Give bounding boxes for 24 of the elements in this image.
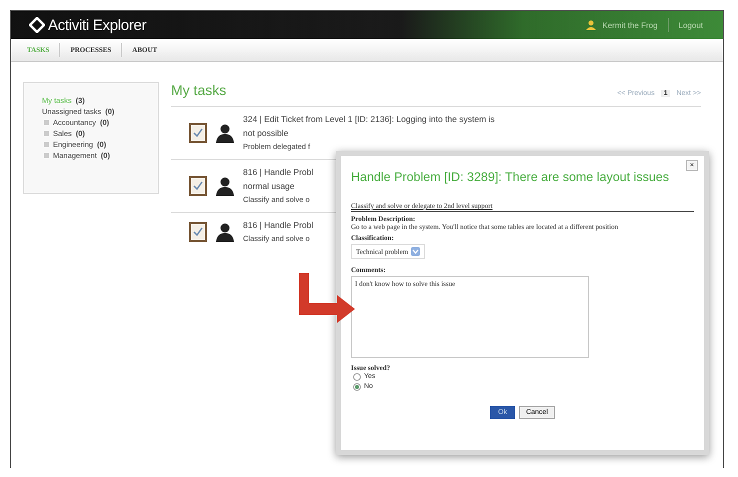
person-icon bbox=[215, 176, 235, 196]
dropdown-icon bbox=[411, 247, 420, 256]
person-icon bbox=[215, 123, 235, 143]
task-text: 324 | Edit Ticket from Level 1 [ID: 2136]: Logging into the system is bbox=[243, 113, 495, 126]
radio-button[interactable] bbox=[353, 383, 361, 391]
checklist-icon bbox=[189, 176, 207, 196]
person-icon bbox=[215, 222, 235, 242]
task-text: normal usage bbox=[243, 180, 296, 193]
task-text: 816 | Handle Probl bbox=[243, 166, 314, 179]
task-text: not possible bbox=[243, 127, 290, 140]
user-icon bbox=[586, 20, 596, 30]
page-title: My tasks bbox=[171, 82, 226, 98]
bullet-icon bbox=[44, 120, 49, 125]
bullet-icon bbox=[44, 142, 49, 147]
radio-button[interactable] bbox=[353, 373, 361, 381]
app-title: Activiti Explorer bbox=[48, 16, 146, 34]
bullet-icon bbox=[44, 131, 49, 136]
bullet-icon bbox=[44, 153, 49, 158]
arrow-icon bbox=[297, 273, 357, 323]
checklist-icon bbox=[189, 123, 207, 143]
diamond-logo-icon bbox=[29, 17, 45, 33]
task-text: 816 | Handle Probl bbox=[243, 219, 314, 232]
checklist-icon bbox=[189, 222, 207, 242]
dialog-title: Handle Problem [ID: 3289]: There are some layout issues bbox=[351, 170, 670, 184]
